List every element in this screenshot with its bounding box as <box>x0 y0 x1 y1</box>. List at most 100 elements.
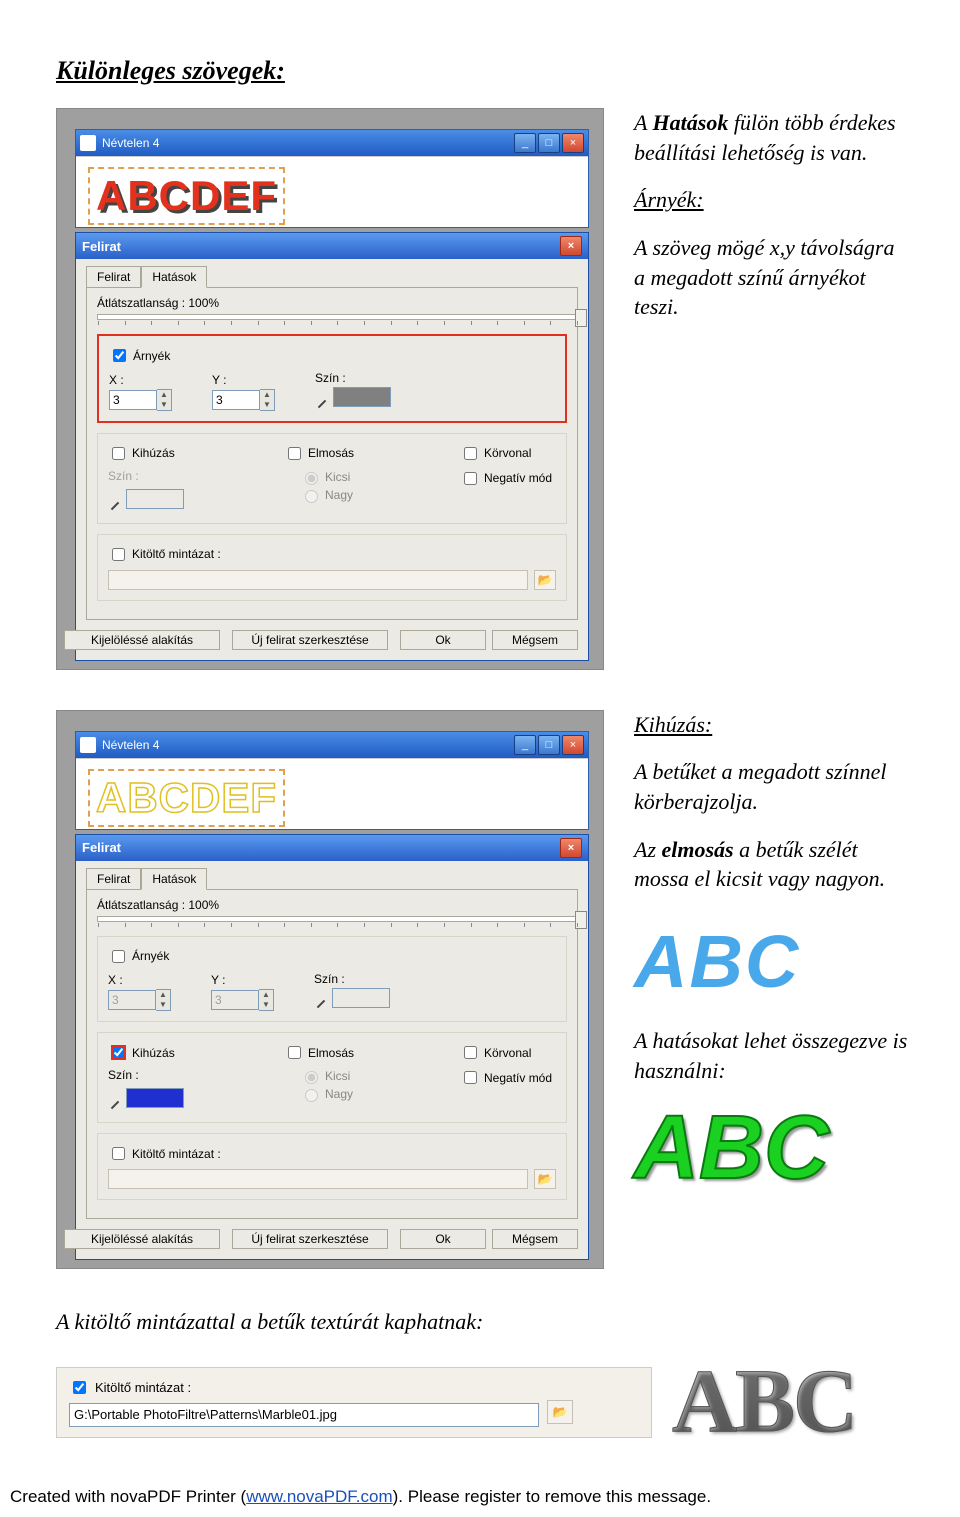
dialog-title: Felirat <box>82 840 121 855</box>
footer-text: ). Please register to remove this messag… <box>393 1487 711 1506</box>
y-input[interactable] <box>212 390 260 410</box>
blur-large-label: Nagy <box>325 488 353 502</box>
stroke-color[interactable] <box>126 1088 184 1108</box>
browse-icon[interactable]: 📂 <box>534 570 556 590</box>
blur-small-label: Kicsi <box>325 1069 350 1083</box>
eyedropper-icon[interactable] <box>108 1098 122 1112</box>
pattern-checkbox[interactable] <box>73 1381 86 1394</box>
subheading-shadow: Árnyék: <box>634 187 704 212</box>
txt: A <box>634 110 653 135</box>
app-icon <box>80 135 96 151</box>
canvas-text: ABCDEF <box>88 167 285 225</box>
stroke-checkbox[interactable] <box>112 1046 125 1059</box>
txt: A szöveg mögé x,y távolságra a megadott … <box>634 233 910 322</box>
tab-felirat[interactable]: Felirat <box>86 868 141 890</box>
opacity-label: Átlátszatlanság : 100% <box>97 296 567 310</box>
minimize-button[interactable]: _ <box>514 133 536 153</box>
pattern-path-input[interactable] <box>69 1403 539 1427</box>
doc-window: Névtelen 4 _ □ × ABCDEF <box>75 129 589 228</box>
pattern-path[interactable] <box>108 570 528 590</box>
shadow-label: Árnyék <box>133 349 170 363</box>
shadow-color[interactable] <box>333 387 391 407</box>
blur-small-radio <box>305 472 318 485</box>
outline-label: Körvonal <box>484 1046 531 1060</box>
blur-large-radio <box>305 490 318 503</box>
blur-checkbox[interactable] <box>288 447 301 460</box>
canvas-text: ABCDEF <box>88 769 285 827</box>
eyedropper-icon[interactable] <box>315 397 329 411</box>
maximize-button[interactable]: □ <box>538 735 560 755</box>
shadow-group: Árnyék X :▲▼ Y :▲▼ Szín : <box>97 936 567 1023</box>
shadow-checkbox[interactable] <box>112 950 125 963</box>
tab-hatasok[interactable]: Hatások <box>141 266 207 288</box>
maximize-button[interactable]: □ <box>538 133 560 153</box>
pattern-panel: Kitöltő mintázat : 📂 <box>56 1367 652 1438</box>
negative-checkbox[interactable] <box>464 1071 477 1084</box>
tab-hatasok[interactable]: Hatások <box>141 868 207 890</box>
dialog-close-button[interactable]: × <box>560 236 582 256</box>
x-label: X : <box>108 973 171 987</box>
x-input[interactable] <box>109 390 157 410</box>
opacity-slider[interactable] <box>97 314 579 320</box>
new-text-button[interactable]: Új felirat szerkesztése <box>232 1229 388 1249</box>
dialog-close-button[interactable]: × <box>560 838 582 858</box>
ok-button[interactable]: Ok <box>400 630 486 650</box>
shadow-checkbox[interactable] <box>113 349 126 362</box>
stroke-checkbox[interactable] <box>112 447 125 460</box>
stroke-color-label: Szín : <box>108 469 139 483</box>
blur-small-label: Kicsi <box>325 470 350 484</box>
pattern-label: Kitöltő mintázat : <box>95 1380 191 1395</box>
minimize-button[interactable]: _ <box>514 735 536 755</box>
abc-blue-sample: ABC <box>634 912 910 1012</box>
y-label: Y : <box>212 373 275 387</box>
blur-small-radio <box>305 1071 318 1084</box>
outline-label: Körvonal <box>484 446 531 460</box>
y-spinner[interactable]: ▲▼ <box>260 389 275 411</box>
outline-checkbox[interactable] <box>464 447 477 460</box>
cancel-button[interactable]: Mégsem <box>492 1229 578 1249</box>
stroke-color <box>126 489 184 509</box>
footer-link[interactable]: www.novaPDF.com <box>246 1487 392 1506</box>
blur-large-label: Nagy <box>325 1087 353 1101</box>
to-selection-button[interactable]: Kijelöléssé alakítás <box>64 630 220 650</box>
browse-icon[interactable]: 📂 <box>547 1400 573 1424</box>
color-label: Szín : <box>315 371 391 385</box>
pattern-path[interactable] <box>108 1169 528 1189</box>
txt: Hatások <box>653 110 729 135</box>
opacity-slider[interactable] <box>97 916 579 922</box>
pattern-label: Kitöltő mintázat : <box>132 1147 221 1161</box>
abc-green-sample: ABC <box>634 1103 910 1193</box>
shadow-group: Árnyék X : ▲▼ Y : ▲▼ Szín : <box>97 334 567 423</box>
txt: elmosás <box>662 837 734 862</box>
x-spinner[interactable]: ▲▼ <box>157 389 172 411</box>
browse-icon[interactable]: 📂 <box>534 1169 556 1189</box>
x-label: X : <box>109 373 172 387</box>
tab-felirat[interactable]: Felirat <box>86 266 141 288</box>
outline-checkbox[interactable] <box>464 1046 477 1059</box>
doc-title: Névtelen 4 <box>102 136 159 150</box>
negative-label: Negatív mód <box>484 1071 552 1085</box>
txt: A kitöltő mintázattal a betűk textúrát k… <box>56 1309 910 1335</box>
ok-button[interactable]: Ok <box>400 1229 486 1249</box>
negative-checkbox[interactable] <box>464 472 477 485</box>
page-heading: Különleges szövegek: <box>56 56 910 86</box>
pattern-checkbox[interactable] <box>112 1147 125 1160</box>
dialog-title: Felirat <box>82 239 121 254</box>
pattern-checkbox[interactable] <box>112 548 125 561</box>
close-button[interactable]: × <box>562 133 584 153</box>
to-selection-button[interactable]: Kijelöléssé alakítás <box>64 1229 220 1249</box>
txt: A hatásokat lehet összegezve is használn… <box>634 1026 910 1085</box>
blur-large-radio <box>305 1089 318 1102</box>
close-button[interactable]: × <box>562 735 584 755</box>
cancel-button[interactable]: Mégsem <box>492 630 578 650</box>
blur-label: Elmosás <box>308 1046 354 1060</box>
abc-marble-sample: ABC <box>672 1357 856 1447</box>
doc-title: Névtelen 4 <box>102 738 159 752</box>
stroke-label: Kihúzás <box>132 446 175 460</box>
blur-checkbox[interactable] <box>288 1046 301 1059</box>
eyedropper-icon <box>108 499 122 513</box>
felirat-dialog: Felirat × Felirat Hatások Átlátszatlansá… <box>75 232 589 661</box>
new-text-button[interactable]: Új felirat szerkesztése <box>232 630 388 650</box>
x-spinner: ▲▼ <box>156 989 171 1011</box>
screenshot-1: Névtelen 4 _ □ × ABCDEF Felirat <box>56 108 604 670</box>
